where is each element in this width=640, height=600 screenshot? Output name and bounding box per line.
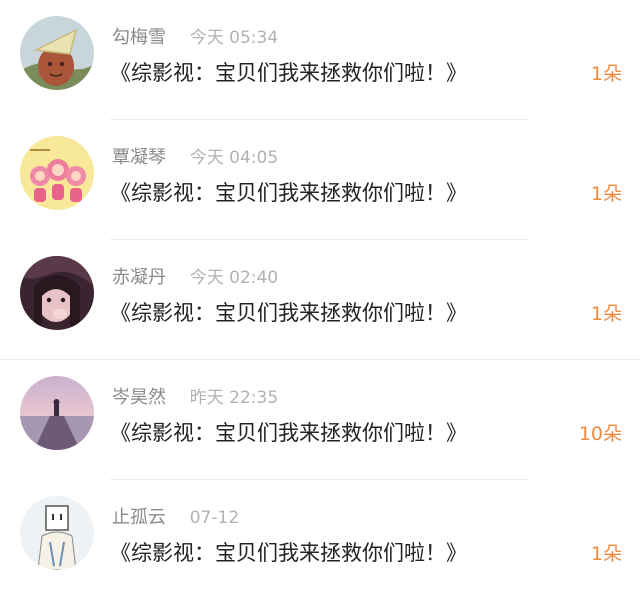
list-item[interactable]: 勾梅雪 今天 05:34 《综影视：宝贝们我来拯救你们啦！》 1朵 xyxy=(0,0,640,120)
list-item[interactable]: 赤凝丹 今天 02:40 《综影视：宝贝们我来拯救你们啦！》 1朵 xyxy=(0,240,640,360)
item-meta: 止孤云 07-12 xyxy=(112,506,239,530)
user-name[interactable]: 止孤云 xyxy=(112,507,166,528)
flower-count: 1朵 xyxy=(590,543,622,565)
message-text: 《综影视：宝贝们我来拯救你们啦！》 xyxy=(110,301,467,325)
timestamp: 今天 04:05 xyxy=(189,148,279,168)
avatar-pier-sunset-icon xyxy=(20,376,94,450)
avatar[interactable] xyxy=(20,136,94,210)
avatar[interactable] xyxy=(20,496,94,570)
timestamp: 今天 02:40 xyxy=(189,268,279,288)
timestamp: 07-12 xyxy=(189,508,240,528)
list-item[interactable]: 岑昊然 昨天 22:35 《综影视：宝贝们我来拯救你们啦！》 10朵 xyxy=(0,360,640,480)
avatar-box-head-figure-icon xyxy=(20,496,94,570)
item-meta: 岑昊然 昨天 22:35 xyxy=(112,386,278,410)
avatar-pumpkin-hat-icon xyxy=(20,16,94,90)
gift-list: 勾梅雪 今天 05:34 《综影视：宝贝们我来拯救你们啦！》 1朵 覃凝琴 今天… xyxy=(0,0,640,594)
item-meta: 覃凝琴 今天 04:05 xyxy=(112,146,278,170)
user-name[interactable]: 覃凝琴 xyxy=(112,147,166,168)
item-meta: 勾梅雪 今天 05:34 xyxy=(112,26,278,50)
flower-count: 1朵 xyxy=(590,303,622,325)
avatar[interactable] xyxy=(20,376,94,450)
flower-count: 1朵 xyxy=(590,183,622,205)
avatar-pink-monkeys-icon xyxy=(20,136,94,210)
message-text: 《综影视：宝贝们我来拯救你们啦！》 xyxy=(110,61,467,85)
timestamp: 今天 05:34 xyxy=(189,28,279,48)
flower-count: 1朵 xyxy=(590,63,622,85)
message-text: 《综影视：宝贝们我来拯救你们啦！》 xyxy=(110,421,467,445)
avatar[interactable] xyxy=(20,256,94,330)
list-item[interactable]: 覃凝琴 今天 04:05 《综影视：宝贝们我来拯救你们啦！》 1朵 xyxy=(0,120,640,240)
user-name[interactable]: 岑昊然 xyxy=(112,387,166,408)
avatar[interactable] xyxy=(20,16,94,90)
flower-count: 10朵 xyxy=(578,423,622,445)
message-text: 《综影视：宝贝们我来拯救你们啦！》 xyxy=(110,181,467,205)
message-text: 《综影视：宝贝们我来拯救你们啦！》 xyxy=(110,541,467,565)
user-name[interactable]: 赤凝丹 xyxy=(112,267,166,288)
list-item[interactable]: 止孤云 07-12 《综影视：宝贝们我来拯救你们啦！》 1朵 xyxy=(0,480,640,600)
timestamp: 昨天 22:35 xyxy=(189,388,279,408)
item-meta: 赤凝丹 今天 02:40 xyxy=(112,266,278,290)
avatar-girl-photo-icon xyxy=(20,256,94,330)
user-name[interactable]: 勾梅雪 xyxy=(112,27,166,48)
